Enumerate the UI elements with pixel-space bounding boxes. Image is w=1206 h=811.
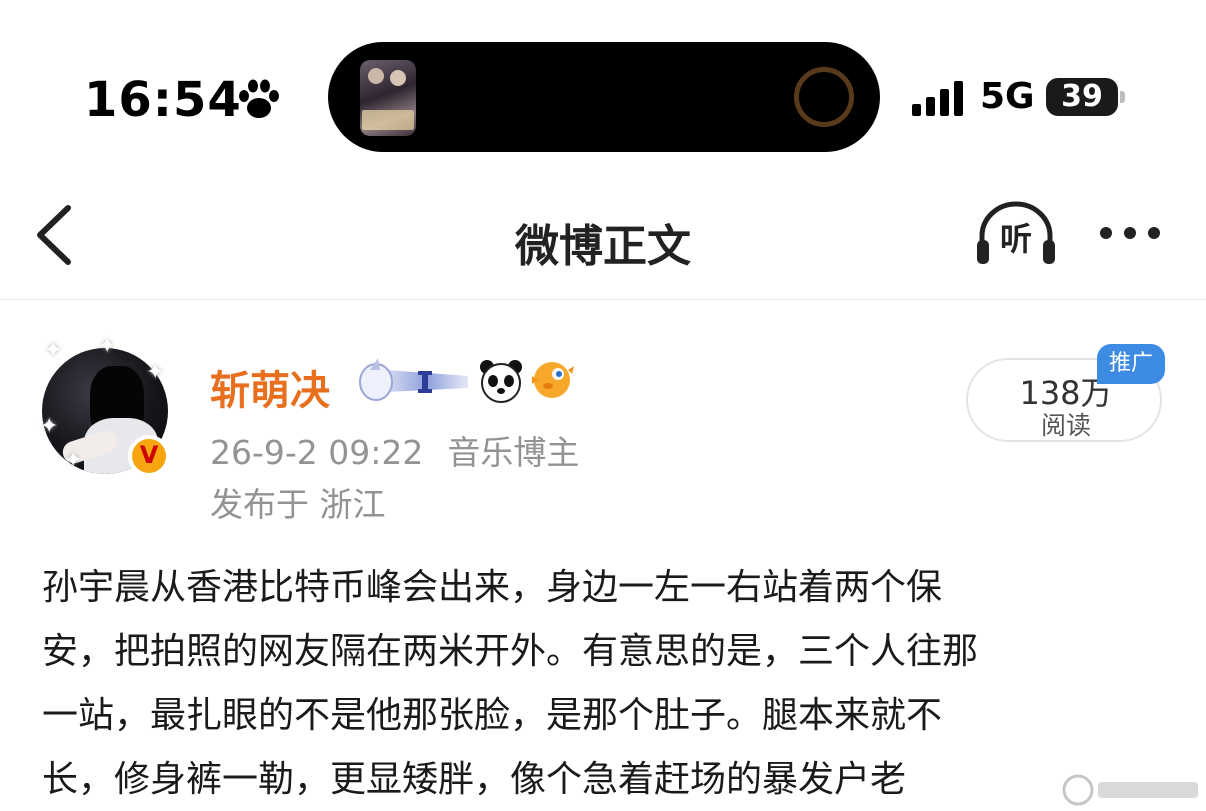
post-body: 孙宇晨从香港比特币峰会出来，身边一左一右站着两个保 安，把拍照的网友隔在两米开外… [42,556,1172,811]
post-text-line: 孙宇晨从香港比特币峰会出来，身边一左一右站着两个保 [42,567,943,608]
watermark-icon [1062,774,1198,806]
reads-label: 阅读 [1040,411,1091,440]
signal-icon [912,81,963,116]
panda-emoji-icon [480,360,522,403]
star-icon: ✦ [64,448,83,473]
battery-icon: 39 [1046,78,1118,116]
star-icon: ✦ [98,334,117,359]
unicorn-medal-icon[interactable] [356,356,472,404]
post-location: 发布于 浙江 [210,485,386,524]
dynamic-island[interactable] [328,42,880,152]
post-meta: 26-9-2 09:22 音乐博主 [210,426,579,474]
post-timestamp: 26-9-2 09:22 [210,433,424,472]
post-text-line: 安，把拍照的网友隔在两米开外。有意思的是，三个人往那 [42,631,979,672]
battery-cap [1120,91,1125,103]
listen-button[interactable]: 听 [972,200,1060,270]
star-icon: ✦ [40,414,59,439]
post-text-line: 长，修身裤一勒，更显矮胖，像个急着赶场的暴发户老 [42,759,907,800]
network-type: 5G [980,76,1035,117]
status-bar: 16:54 5G 39 [0,0,1206,170]
playback-progress-ring [794,67,854,127]
promo-badge[interactable]: 推广 [1097,344,1165,384]
now-playing-cover[interactable] [360,60,416,136]
post-text-line: 一站，最扎眼的不是他那张脸，是那个肚子。腿本来就不 [42,695,943,736]
nav-bar: 微博正文 听 [0,180,1206,300]
verified-badge: V [128,435,170,477]
listen-label: 听 [999,220,1032,258]
status-time: 16:54 [84,72,242,128]
star-icon: ✦ [44,338,63,363]
paw-icon [239,79,279,118]
author-name[interactable]: 斩萌决 [210,358,330,416]
battery-level: 39 [1061,79,1103,114]
more-dots-icon[interactable] [1094,216,1166,250]
pufferfish-emoji-icon [532,362,574,398]
author-role: 音乐博主 [447,433,580,472]
star-icon: ✦ [146,360,165,385]
